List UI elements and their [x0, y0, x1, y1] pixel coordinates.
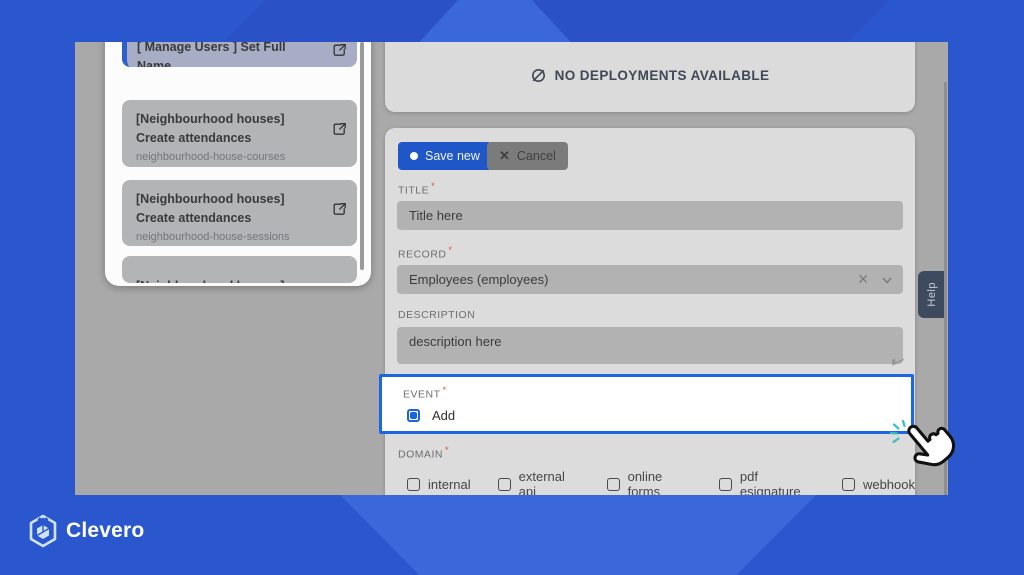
card-partial-clipped[interactable]: [Neighbourhood houses] Create attendance…	[122, 256, 357, 283]
card-list-scrollbar[interactable]	[360, 42, 364, 270]
external-link-icon[interactable]	[332, 122, 347, 137]
deployments-panel: NO DEPLOYMENTS AVAILABLE	[385, 42, 915, 112]
save-new-button[interactable]: Save new	[398, 142, 492, 170]
card-create-attendances-sessions[interactable]: [Neighbourhood houses] Create attendance…	[122, 180, 357, 246]
cancel-button[interactable]: ✕ Cancel	[487, 142, 568, 170]
app-screenshot: [ Manage Users ] Set Full Name employees…	[75, 42, 948, 495]
record-select[interactable]: Employees (employees) ✕	[397, 265, 903, 294]
checkbox-checked-icon[interactable]	[407, 409, 420, 422]
domain-option-label: external api	[518, 469, 565, 495]
deployment-card-list-panel: [ Manage Users ] Set Full Name employees…	[105, 42, 371, 286]
brand-logo: Clevero	[28, 514, 144, 548]
domain-option-label: pdf esignature	[739, 469, 801, 495]
record-field-label: RECORD *	[398, 245, 453, 261]
domain-option-pdf-esignature[interactable]: pdf esignature	[718, 469, 815, 495]
domain-option-label: internal	[428, 476, 471, 492]
cancel-label: Cancel	[516, 149, 556, 163]
description-textarea[interactable]: description here	[397, 327, 903, 364]
help-tab[interactable]: Help	[918, 271, 946, 318]
background-light-diamond-bottom	[340, 495, 816, 575]
required-asterisk: *	[442, 385, 447, 395]
clear-selection-icon[interactable]: ✕	[857, 271, 869, 288]
card-title: [ Manage Users ] Set Full Name	[137, 42, 286, 67]
card-create-attendances-courses[interactable]: [Neighbourhood houses] Create attendance…	[122, 100, 357, 167]
clevero-logo-icon	[29, 514, 57, 548]
no-deployments-message: NO DEPLOYMENTS AVAILABLE	[554, 68, 770, 83]
event-option-label: Add	[432, 408, 456, 423]
card-subtitle: neighbourhood-house-sessions	[136, 230, 290, 243]
title-field-label: TITLE *	[398, 181, 436, 197]
external-link-icon[interactable]	[332, 202, 347, 217]
card-title: [Neighbourhood houses] Create attendance…	[136, 112, 285, 146]
required-asterisk: *	[431, 181, 436, 191]
required-asterisk: *	[445, 445, 450, 455]
domain-options-row: internal external api online forms pdf e…	[407, 469, 915, 495]
title-input[interactable]	[397, 201, 903, 230]
chevron-down-icon[interactable]	[881, 274, 893, 286]
brand-name: Clevero	[66, 519, 145, 542]
checkbox-empty-icon[interactable]	[718, 477, 732, 491]
card-subtitle: neighbourhood-house-courses	[136, 150, 286, 163]
circle-slash-icon	[531, 69, 545, 82]
description-field-label: DESCRIPTION	[398, 309, 476, 321]
help-tab-label: Help	[926, 282, 938, 307]
event-field-label: EVENT *	[403, 385, 447, 401]
card-title: [Neighbourhood houses] Create attendance…	[136, 277, 323, 283]
event-option-add[interactable]: Add	[407, 408, 455, 423]
card-manage-users-set-full-name[interactable]: [ Manage Users ] Set Full Name employees	[122, 42, 357, 67]
record-select-value: Employees (employees)	[409, 272, 549, 287]
domain-option-external-api[interactable]: external api	[497, 469, 580, 495]
save-new-label: Save new	[425, 149, 480, 163]
dot-circle-icon	[410, 152, 418, 160]
checkbox-empty-icon[interactable]	[407, 477, 420, 491]
checkbox-empty-icon[interactable]	[841, 477, 855, 491]
required-asterisk: *	[448, 245, 453, 255]
domain-option-label: webhook	[862, 476, 915, 492]
domain-option-online-forms[interactable]: online forms	[606, 469, 692, 495]
card-title: [Neighbourhood houses] Create attendance…	[136, 192, 285, 226]
domain-option-internal[interactable]: internal	[407, 469, 471, 495]
checkbox-empty-icon[interactable]	[606, 477, 620, 491]
deployment-form-panel: Save new ✕ Cancel TITLE* RECORD* Employe…	[379, 128, 915, 495]
hand-cursor-icon	[907, 424, 955, 467]
checkbox-empty-icon[interactable]	[497, 477, 511, 491]
x-icon: ✕	[499, 148, 510, 163]
domain-option-label: online forms	[627, 469, 663, 495]
external-link-icon[interactable]	[332, 43, 347, 58]
domain-field-label: DOMAIN *	[398, 445, 450, 461]
event-field-highlighted: EVENT * Add	[379, 374, 914, 434]
